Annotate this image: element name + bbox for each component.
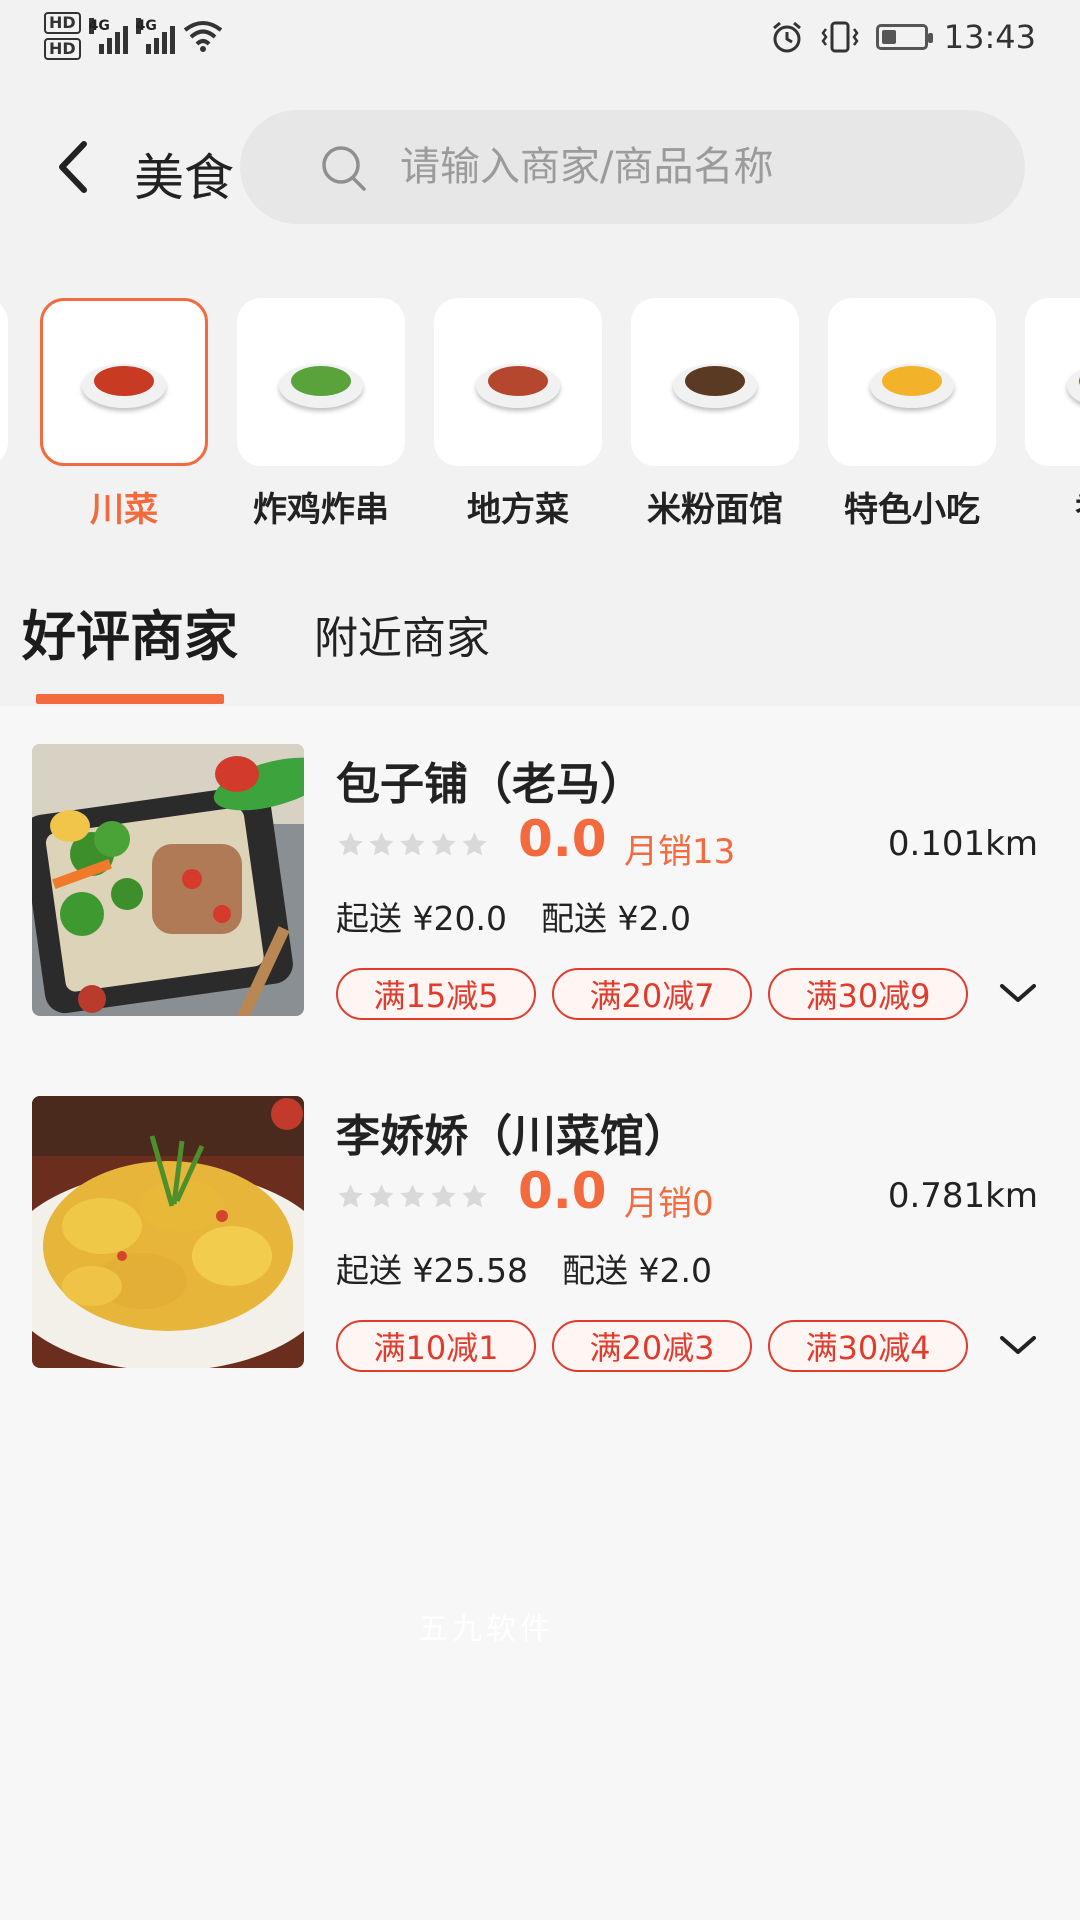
monthly-sales: 月销0 [624, 1184, 714, 1224]
signal-icon-1: 4G [88, 18, 128, 54]
category-image [828, 298, 996, 466]
delivery-fee: 配送 ¥2.0 [540, 899, 691, 938]
shop-name: 李娇娇（川菜馆） [336, 1111, 688, 1162]
rating-score: 0.0 [518, 1162, 607, 1220]
star-icon [400, 832, 425, 856]
chevron-down-icon[interactable] [996, 1330, 1040, 1362]
clock: 13:43 [943, 18, 1036, 56]
category-label: 米粉面馆 [647, 490, 783, 530]
tab-bar: 好评商家 附近商家 [0, 556, 1080, 706]
promo-tag: 满30减9 [768, 968, 968, 1020]
star-icon [369, 1184, 394, 1208]
alarm-icon [772, 21, 801, 53]
roast-meat-icon [476, 356, 560, 408]
battery-icon [875, 24, 933, 50]
category-3[interactable]: 地方菜 [434, 298, 602, 531]
star-icon [400, 1184, 425, 1208]
category-label: 川菜 [90, 490, 158, 530]
star-icon [338, 832, 363, 856]
category-6[interactable]: 香锅 [1025, 298, 1080, 531]
shop-card[interactable]: 李娇娇（川菜馆） 0.0 月销0 0.781km 起送 ¥25.58 配送 ¥2… [0, 1058, 1080, 1410]
shop-name: 包子铺（老马） [336, 759, 644, 810]
category-1[interactable]: 川菜 [40, 298, 208, 531]
status-right: 13:43 [770, 18, 1036, 56]
category-label: 地方菜 [467, 490, 569, 530]
promo-tag: 满20减7 [552, 968, 752, 1020]
rating-score: 0.0 [518, 810, 607, 868]
status-bar: HD HD 4G 4G 13:43 [0, 0, 1080, 80]
distance: 0.781km [887, 1176, 1038, 1216]
hd-indicator: HD HD [44, 12, 81, 60]
signal-icon-2: 4G [135, 18, 175, 54]
category-image [1025, 298, 1080, 466]
noodles-icon [673, 356, 757, 408]
category-card-partial[interactable] [0, 298, 8, 466]
category-image [237, 298, 405, 466]
search-input[interactable] [400, 132, 980, 202]
hd1-label: HD [44, 12, 81, 34]
category-image [434, 298, 602, 466]
promo-list: 满15减5 满20减7 满30减9 [336, 968, 968, 1020]
star-icon [431, 832, 456, 856]
fees: 起送 ¥20.0 配送 ¥2.0 [336, 892, 691, 940]
star-icon [431, 1184, 456, 1208]
tab-indicator [36, 694, 224, 704]
promo-tag: 满20减3 [552, 1320, 752, 1372]
header: 美食 [0, 80, 1080, 256]
category-image [631, 298, 799, 466]
wifi-icon [183, 21, 222, 52]
distance: 0.101km [887, 824, 1038, 864]
shop-card[interactable]: 包子铺（老马） 0.0 月销13 0.101km 起送 ¥20.0 配送 ¥2.… [0, 706, 1080, 1058]
tab-nearby[interactable]: 附近商家 [314, 602, 490, 666]
hot-pot-icon [1067, 356, 1080, 408]
category-strip[interactable]: 川菜 炸鸡炸串 地方菜 米粉面馆 特色小吃 香锅 [0, 256, 1080, 556]
sichuan-dish-icon [82, 356, 166, 408]
category-5[interactable]: 特色小吃 [828, 298, 996, 531]
category-label: 炸鸡炸串 [253, 490, 389, 530]
star-icon [462, 1184, 487, 1208]
vibrate-icon [821, 21, 859, 53]
promo-tag: 满30减4 [768, 1320, 968, 1372]
search-bar[interactable] [240, 110, 1025, 224]
promo-list: 满10减1 满20减3 满30减4 [336, 1320, 968, 1372]
battery-level [881, 30, 896, 44]
category-label: 特色小吃 [844, 490, 980, 530]
shop-image [32, 1096, 304, 1368]
chevron-down-icon[interactable] [996, 978, 1040, 1010]
category-image [40, 298, 208, 466]
fees: 起送 ¥25.58 配送 ¥2.0 [336, 1244, 712, 1292]
min-order: 起送 ¥20.0 [336, 899, 507, 938]
promo-tag: 满10减1 [336, 1320, 536, 1372]
search-icon [322, 146, 366, 191]
star-icon [462, 832, 487, 856]
back-arrow-icon[interactable] [46, 132, 102, 202]
watermark: 五九软件 [418, 1612, 554, 1647]
star-rating [336, 830, 489, 859]
category-label: 香锅 [1025, 482, 1080, 531]
fries-icon [870, 356, 954, 408]
promo-tag: 满15减5 [336, 968, 536, 1020]
min-order: 起送 ¥25.58 [336, 1251, 528, 1290]
status-left: HD HD 4G 4G [44, 12, 223, 60]
category-2[interactable]: 炸鸡炸串 [237, 298, 405, 531]
category-4[interactable]: 米粉面馆 [631, 298, 799, 531]
star-icon [369, 832, 394, 856]
hd2-label: HD [44, 38, 81, 60]
delivery-fee: 配送 ¥2.0 [561, 1251, 712, 1290]
skewers-icon [279, 356, 363, 408]
monthly-sales: 月销13 [624, 832, 736, 872]
tab-top-rated[interactable]: 好评商家 [22, 592, 238, 671]
page-title: 美食 [134, 149, 234, 207]
star-icon [338, 1184, 363, 1208]
star-rating [336, 1182, 489, 1211]
shop-image [32, 744, 304, 1016]
